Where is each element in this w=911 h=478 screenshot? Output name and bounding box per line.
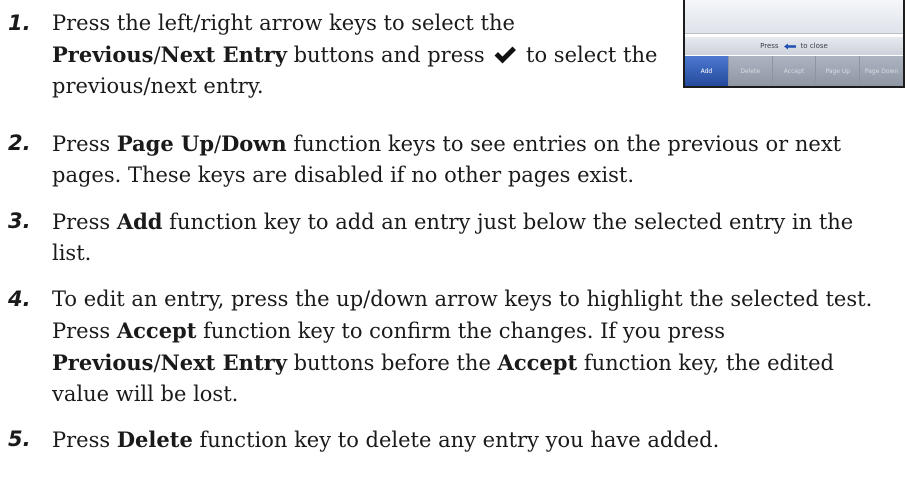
step-number: 5. xyxy=(8,427,31,451)
bold-term: Previous xyxy=(52,42,154,67)
step-text: Press Page Up/Down function keys to see … xyxy=(52,128,888,191)
bold-term: Down xyxy=(221,131,287,156)
page-down-key[interactable]: Page Down xyxy=(860,56,903,86)
bold-term: Previous xyxy=(52,350,154,375)
step-5: 5. Press Delete function key to delete a… xyxy=(8,424,888,456)
step-text: Press Delete function key to delete any … xyxy=(52,424,888,456)
text-run: Press xyxy=(52,428,117,452)
close-hint-suffix: to close xyxy=(800,42,828,50)
page-up-key[interactable]: Page Up xyxy=(816,56,860,86)
accept-key[interactable]: Accept xyxy=(772,56,816,86)
bold-term: Next Entry xyxy=(160,350,287,375)
bold-term: Delete xyxy=(116,427,193,452)
text-run: buttons before the xyxy=(286,351,498,375)
delete-key[interactable]: Delete xyxy=(728,56,772,86)
step-text: To edit an entry, press the up/down arro… xyxy=(52,284,888,410)
text-run: function key to add an entry just below … xyxy=(52,210,854,265)
back-arrow-icon xyxy=(783,43,796,49)
device-list-panel xyxy=(685,0,903,34)
bold-term: Accept xyxy=(116,318,197,343)
step-2: 2. Press Page Up/Down function keys to s… xyxy=(8,128,888,191)
text-run: buttons and press xyxy=(286,43,492,67)
text-run: Press xyxy=(52,132,117,156)
step-number: 4. xyxy=(8,287,31,311)
step-1: 1. Press the left/right arrow keys to se… xyxy=(8,8,668,102)
bold-term: Page Up xyxy=(116,131,215,156)
function-key-bar: Add Delete Accept Page Up Page Down xyxy=(685,56,903,86)
check-icon xyxy=(494,46,517,64)
bold-term: Accept xyxy=(497,350,578,375)
device-screenshot: Press to close Add Delete Accept Page Up… xyxy=(683,0,905,88)
text-run: Press xyxy=(52,210,117,234)
close-hint-prefix: Press xyxy=(760,42,779,50)
step-3: 3. Press Add function key to add an entr… xyxy=(8,206,888,269)
step-number: 3. xyxy=(8,209,31,233)
text-run: / xyxy=(153,351,161,375)
add-key[interactable]: Add xyxy=(685,56,728,86)
step-number: 1. xyxy=(8,11,31,35)
text-run: function key to delete any entry you hav… xyxy=(192,428,720,452)
bold-term: Add xyxy=(116,209,163,234)
step-4: 4. To edit an entry, press the up/down a… xyxy=(8,284,888,410)
close-hint-bar: Press to close xyxy=(685,37,903,55)
step-text: Press the left/right arrow keys to selec… xyxy=(52,8,668,102)
text-run: function key to confirm the changes. If … xyxy=(196,319,726,343)
bold-term: Next Entry xyxy=(160,42,287,67)
step-number: 2. xyxy=(8,131,31,155)
step-text: Press Add function key to add an entry j… xyxy=(52,206,888,269)
text-run: Press the left/right arrow keys to selec… xyxy=(52,11,515,35)
text-run: / xyxy=(153,43,161,67)
